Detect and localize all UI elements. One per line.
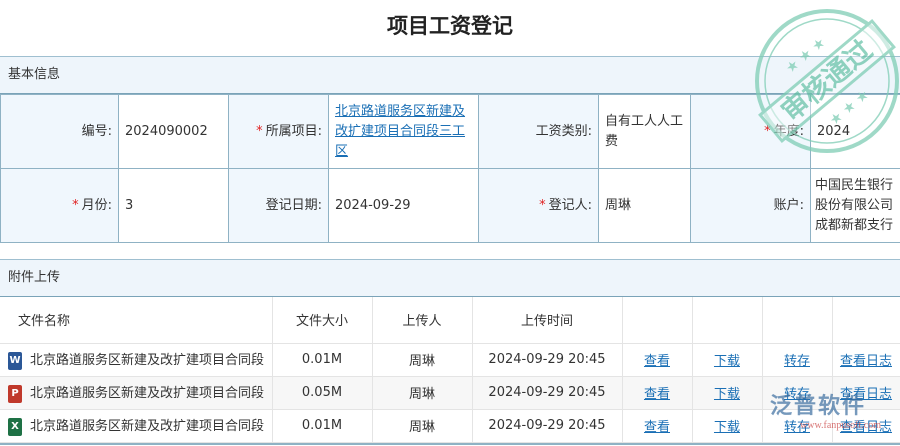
page-title: 项目工资登记 [387,14,513,38]
field-value-wage-type: 自有工人人工费 [598,94,691,169]
view-cell: 查看 [622,343,693,377]
label-text: 所属项目: [265,123,322,139]
header-empty [692,297,763,344]
table-bottom-border [0,442,900,445]
view-log-link[interactable]: 查看日志 [840,354,892,369]
uploader: 周琳 [372,343,473,377]
download-link[interactable]: 下载 [714,387,740,402]
log-cell: 查看日志 [832,376,900,410]
label-text: 登记人: [548,197,592,213]
table-row: X 北京路道服务区新建及改扩建项目合同段 0.01M 周琳 2024-09-29 … [0,409,900,443]
label-text: 年度: [773,123,804,139]
header-file-size: 文件大小 [272,297,373,344]
attachment-section-header: 附件上传 [0,259,900,297]
download-cell: 下载 [692,376,763,410]
file-name-cell: W 北京路道服务区新建及改扩建项目合同段 [0,343,273,377]
view-cell: 查看 [622,376,693,410]
label-text: 月份: [81,197,112,213]
uploader: 周琳 [372,376,473,410]
upload-time: 2024-09-29 20:45 [472,409,623,443]
field-label-month: * 月份: [0,168,119,243]
required-asterisk: * [256,123,263,139]
field-label-project: * 所属项目: [228,94,329,169]
field-label-registrar: * 登记人: [478,168,599,243]
basic-info-section-header: 基本信息 [0,56,900,94]
header-uploader: 上传人 [372,297,473,344]
required-asterisk: * [72,197,79,213]
header-empty [832,297,900,344]
upload-time: 2024-09-29 20:45 [472,376,623,410]
view-log-link[interactable]: 查看日志 [840,387,892,402]
view-link[interactable]: 查看 [644,387,670,402]
excel-file-icon: X [8,417,22,436]
upload-time: 2024-09-29 20:45 [472,343,623,377]
file-name: 北京路道服务区新建及改扩建项目合同段 [30,353,265,369]
file-size: 0.01M [272,343,373,377]
table-row: P 北京路道服务区新建及改扩建项目合同段 0.05M 周琳 2024-09-29 … [0,376,900,410]
file-name: 北京路道服务区新建及改扩建项目合同段 [30,419,265,435]
table-header-row: 文件名称 文件大小 上传人 上传时间 [0,297,900,344]
form-row: 编号: 2024090002 * 所属项目: 北京路道服务区新建及改扩建项目合同段… [0,94,900,169]
required-asterisk: * [539,197,546,213]
download-cell: 下载 [692,409,763,443]
file-size: 0.01M [272,409,373,443]
file-size: 0.05M [272,376,373,410]
transfer-link[interactable]: 转存 [784,387,810,402]
label-text: 登记日期: [265,197,322,213]
view-log-link[interactable]: 查看日志 [840,420,892,435]
log-cell: 查看日志 [832,343,900,377]
header-file-name: 文件名称 [0,297,273,344]
header-empty [622,297,693,344]
field-value-month: 3 [118,168,229,243]
field-label-number: 编号: [0,94,119,169]
transfer-link[interactable]: 转存 [784,354,810,369]
required-asterisk: * [764,123,771,139]
field-label-year: * 年度: [690,94,811,169]
label-text: 工资类别: [535,123,592,139]
field-value-number: 2024090002 [118,94,229,169]
field-value-account: 中国民生银行股份有限公司成都新都支行 [810,168,900,243]
field-value-project: 北京路道服务区新建及改扩建项目合同段三工区 [328,94,479,169]
table-row: W 北京路道服务区新建及改扩建项目合同段 0.01M 周琳 2024-09-29 … [0,343,900,377]
download-link[interactable]: 下载 [714,354,740,369]
label-text: 账户: [773,197,804,213]
transfer-cell: 转存 [762,409,833,443]
view-cell: 查看 [622,409,693,443]
view-link[interactable]: 查看 [644,420,670,435]
view-link[interactable]: 查看 [644,354,670,369]
basic-info-form: 编号: 2024090002 * 所属项目: 北京路道服务区新建及改扩建项目合同段… [0,94,900,243]
project-link[interactable]: 北京路道服务区新建及改扩建项目合同段三工区 [335,104,465,159]
powerpoint-file-icon: P [8,384,22,403]
uploader: 周琳 [372,409,473,443]
field-value-registrar: 周琳 [598,168,691,243]
word-file-icon: W [8,351,22,370]
log-cell: 查看日志 [832,409,900,443]
field-label-date: 登记日期: [228,168,329,243]
header-empty [762,297,833,344]
field-label-wage-type: 工资类别: [478,94,599,169]
transfer-link[interactable]: 转存 [784,420,810,435]
field-label-account: 账户: [690,168,811,243]
field-value-year: 2024 [810,94,900,169]
download-link[interactable]: 下载 [714,420,740,435]
file-name: 北京路道服务区新建及改扩建项目合同段 [30,386,265,402]
download-cell: 下载 [692,343,763,377]
file-name-cell: X 北京路道服务区新建及改扩建项目合同段 [0,409,273,443]
transfer-cell: 转存 [762,343,833,377]
attachment-table: 文件名称 文件大小 上传人 上传时间 W 北京路道服务区新建及改扩建项目合同段 0… [0,297,900,443]
form-row: * 月份: 3 登记日期: 2024-09-29 * 登记人: 周琳 账户: 中国民… [0,168,900,243]
header-upload-time: 上传时间 [472,297,623,344]
file-name-cell: P 北京路道服务区新建及改扩建项目合同段 [0,376,273,410]
field-value-date: 2024-09-29 [328,168,479,243]
transfer-cell: 转存 [762,376,833,410]
label-text: 编号: [81,123,112,139]
